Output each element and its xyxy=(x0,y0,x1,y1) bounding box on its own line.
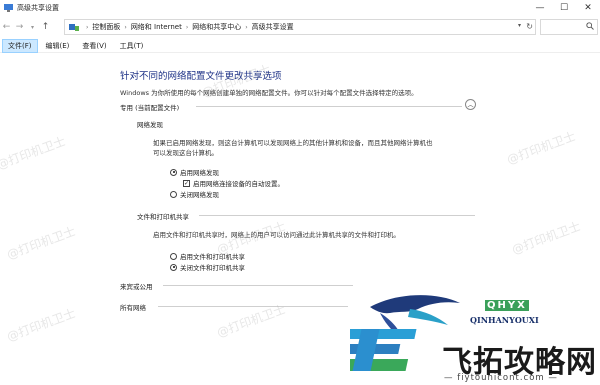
menu-bar: 文件(F) 编辑(E) 查看(V) 工具(T) xyxy=(0,38,600,53)
site-logo: QHYX QINHANYOUXI 飞拓攻略网 — fiytounicont.co… xyxy=(350,289,600,385)
radio-label: 启用文件和打印机共享 xyxy=(180,253,245,261)
watermark: @打印机卫士 xyxy=(0,134,68,172)
minimize-button[interactable]: — xyxy=(528,0,552,16)
maximize-button[interactable]: ☐ xyxy=(552,0,576,16)
control-panel-icon xyxy=(69,23,79,31)
radio-label: 关闭网络发现 xyxy=(180,191,219,199)
section-divider xyxy=(199,215,475,216)
menu-tools[interactable]: 工具(T) xyxy=(115,40,149,52)
crumb-advanced-sharing[interactable]: 高级共享设置 xyxy=(252,22,294,32)
address-dropdown-icon[interactable]: ▾ xyxy=(518,22,521,29)
checkbox-label: 启用网络连接设备的自动设置。 xyxy=(193,180,284,188)
section-divider xyxy=(158,306,348,307)
network-discovery-label: 网络发现 xyxy=(137,121,163,129)
breadcrumb[interactable]: › 控制面板 › 网络和 Internet › 网络和共享中心 › 高级共享设置… xyxy=(64,19,536,35)
crumb-network-internet[interactable]: 网络和 Internet xyxy=(131,22,182,32)
chevron-right-icon: › xyxy=(124,23,127,31)
network-discovery-desc-line1: 如果已启用网络发现，则这台计算机可以发现网络上的其他计算机和设备，而且其他网络计… xyxy=(153,139,433,147)
private-profile-label[interactable]: 专用 (当前配置文件) xyxy=(120,102,179,112)
window-controls: — ☐ ✕ xyxy=(528,0,600,16)
watermark: @打印机卫士 xyxy=(4,224,78,262)
title-bar: 高级共享设置 — ☐ ✕ xyxy=(0,0,600,16)
menu-file[interactable]: 文件(F) xyxy=(2,38,38,53)
refresh-icon[interactable]: ↻ xyxy=(526,22,533,31)
checkmark-icon[interactable]: ✓ xyxy=(183,179,190,187)
chevron-up-icon[interactable]: ︿ xyxy=(465,99,476,110)
radio-selected[interactable] xyxy=(170,168,177,176)
menu-view[interactable]: 查看(V) xyxy=(77,40,111,52)
chevron-right-icon: › xyxy=(245,23,248,31)
back-button[interactable]: ← xyxy=(0,19,13,35)
file-printer-sharing-desc: 启用文件和打印机共享时，网络上的用户可以访问通过此计算机共享的文件和打印机。 xyxy=(153,231,400,239)
page-subtitle: Windows 为你所使用的每个网络创建单独的网络配置文件。你可以针对每个配置文… xyxy=(120,89,418,97)
recent-dropdown-icon[interactable]: ▾ xyxy=(26,19,39,35)
all-networks-label[interactable]: 所有网络 xyxy=(120,302,146,312)
watermark: @打印机卫士 xyxy=(509,219,583,257)
radio-unselected[interactable] xyxy=(170,190,177,198)
network-discovery-desc-line2: 可以发现这台计算机。 xyxy=(153,149,218,157)
logo-english: QINHANYOUXI xyxy=(470,315,539,325)
chevron-right-icon: › xyxy=(86,23,89,31)
logo-abbr: QHYX xyxy=(485,300,529,311)
crumb-network-sharing-center[interactable]: 网络和共享中心 xyxy=(192,22,241,32)
chevron-right-icon: › xyxy=(185,23,189,31)
radio-disable-discovery[interactable]: 关闭网络发现 xyxy=(170,189,219,199)
radio-selected[interactable] xyxy=(170,263,177,271)
radio-enable-discovery[interactable]: 启用网络发现 xyxy=(170,167,219,177)
window-title: 高级共享设置 xyxy=(17,4,59,12)
logo-url: — fiytounicont.com — xyxy=(444,373,558,383)
watermark: @打印机卫士 xyxy=(4,306,78,344)
checkbox-auto-setup[interactable]: ✓ 启用网络连接设备的自动设置。 xyxy=(183,178,284,188)
section-divider xyxy=(196,106,462,107)
up-button[interactable]: ↑ xyxy=(39,19,52,35)
address-bar: ← → ▾ ↑ › 控制面板 › 网络和 Internet › 网络和共享中心 … xyxy=(0,16,600,38)
forward-button[interactable]: → xyxy=(13,19,26,35)
network-app-icon xyxy=(4,4,13,12)
radio-label: 关闭文件和打印机共享 xyxy=(180,264,245,272)
crumb-control-panel[interactable]: 控制面板 xyxy=(92,22,120,32)
search-input[interactable] xyxy=(540,19,598,35)
radio-unselected[interactable] xyxy=(170,252,177,260)
search-icon xyxy=(586,22,594,30)
watermark: @打印机卫士 xyxy=(504,129,578,167)
close-button[interactable]: ✕ xyxy=(576,0,600,16)
radio-disable-sharing[interactable]: 关闭文件和打印机共享 xyxy=(170,262,245,272)
section-divider xyxy=(163,285,353,286)
radio-label: 启用网络发现 xyxy=(180,169,219,177)
menu-edit[interactable]: 编辑(E) xyxy=(41,40,75,52)
file-printer-sharing-label: 文件和打印机共享 xyxy=(137,213,189,221)
guest-public-profile-label[interactable]: 来宾或公用 xyxy=(120,281,153,291)
